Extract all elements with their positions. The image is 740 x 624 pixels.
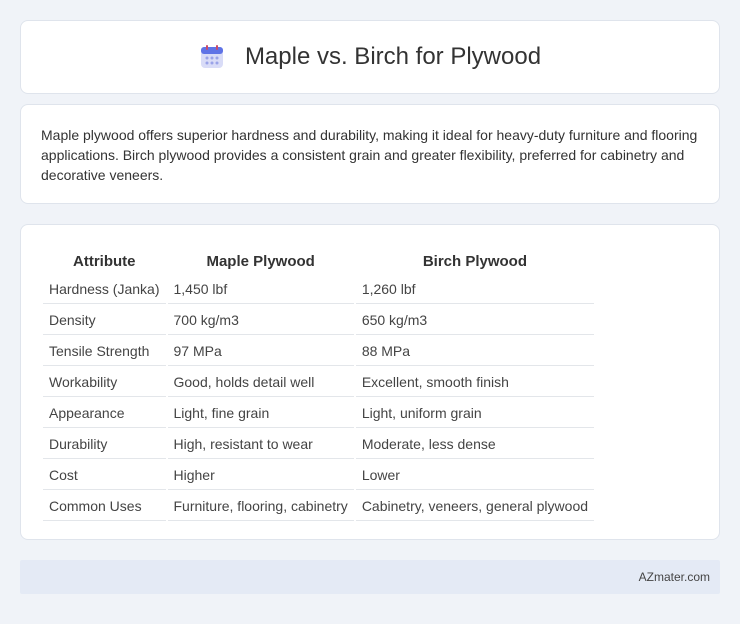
table-card: Attribute Maple Plywood Birch Plywood Ha… xyxy=(20,224,720,540)
cell-attribute: Appearance xyxy=(43,399,166,428)
cell-attribute: Tensile Strength xyxy=(43,337,166,366)
summary-card: Maple plywood offers superior hardness a… xyxy=(20,104,720,204)
cell-attribute: Durability xyxy=(43,430,166,459)
title-card: Maple vs. Birch for Plywood xyxy=(20,20,720,94)
table-header-row: Attribute Maple Plywood Birch Plywood xyxy=(43,247,594,273)
table-row: Hardness (Janka) 1,450 lbf 1,260 lbf xyxy=(43,275,595,304)
cell-birch: 1,260 lbf xyxy=(355,275,595,304)
table-row: Durability High, resistant to wear Moder… xyxy=(43,430,595,459)
comparison-table: Attribute Maple Plywood Birch Plywood Ha… xyxy=(41,245,596,523)
cell-birch: 88 MPa xyxy=(355,337,595,366)
cell-maple: Furniture, flooring, cabinetry xyxy=(167,492,354,521)
cell-attribute: Workability xyxy=(43,368,166,397)
cell-maple: Higher xyxy=(167,461,354,490)
cell-birch: Light, uniform grain xyxy=(355,399,595,428)
cell-maple: Good, holds detail well xyxy=(167,368,354,397)
table-row: Density 700 kg/m3 650 kg/m3 xyxy=(43,306,595,335)
calendar-icon xyxy=(200,45,223,68)
header-birch: Birch Plywood xyxy=(422,252,527,270)
cell-birch: Cabinetry, veneers, general plywood xyxy=(355,492,595,521)
cell-maple: 1,450 lbf xyxy=(167,275,354,304)
cell-attribute: Hardness (Janka) xyxy=(43,275,166,304)
cell-birch: 650 kg/m3 xyxy=(355,306,595,335)
cell-birch: Moderate, less dense xyxy=(355,430,595,459)
cell-maple: High, resistant to wear xyxy=(167,430,354,459)
page-title: Maple vs. Birch for Plywood xyxy=(244,43,542,70)
cell-attribute: Common Uses xyxy=(43,492,166,521)
footer-brand: AZmater.com xyxy=(638,570,710,584)
table-row: Tensile Strength 97 MPa 88 MPa xyxy=(43,337,595,366)
table-row: Common Uses Furniture, flooring, cabinet… xyxy=(43,492,595,521)
cell-maple: 700 kg/m3 xyxy=(167,306,354,335)
summary-text: Maple plywood offers superior hardness a… xyxy=(41,127,698,183)
table-row: Workability Good, holds detail well Exce… xyxy=(43,368,595,397)
cell-maple: Light, fine grain xyxy=(167,399,354,428)
header-attribute: Attribute xyxy=(73,252,136,270)
cell-attribute: Density xyxy=(43,306,166,335)
footer: AZmater.com xyxy=(20,560,720,594)
cell-birch: Excellent, smooth finish xyxy=(355,368,595,397)
cell-maple: 97 MPa xyxy=(167,337,354,366)
header-maple: Maple Plywood xyxy=(206,252,315,270)
cell-birch: Lower xyxy=(355,461,595,490)
table-row: Appearance Light, fine grain Light, unif… xyxy=(43,399,595,428)
cell-attribute: Cost xyxy=(43,461,166,490)
table-row: Cost Higher Lower xyxy=(43,461,595,490)
